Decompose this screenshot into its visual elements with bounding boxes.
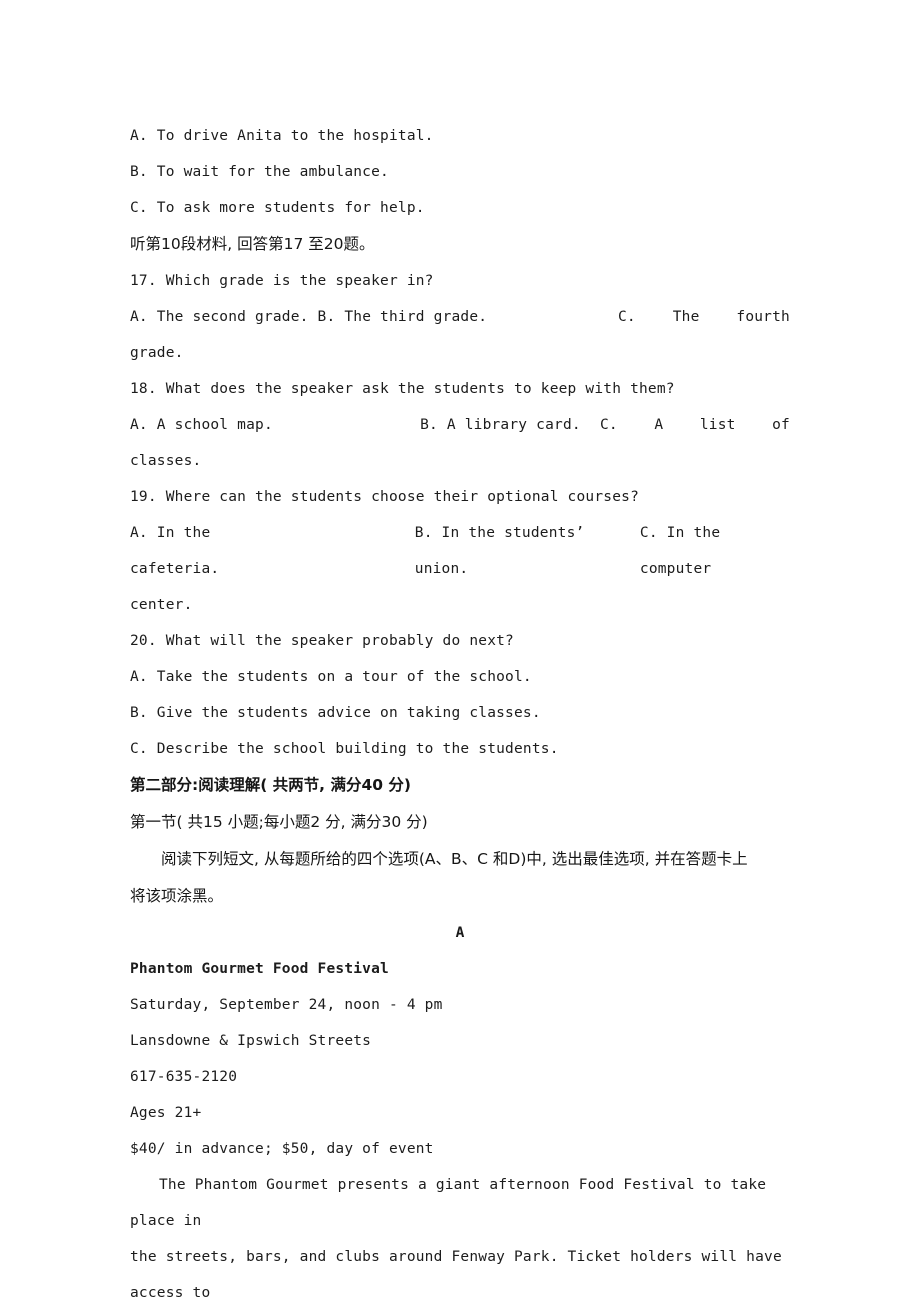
- question-stem-20: 20. What will the speaker probably do ne…: [130, 633, 514, 649]
- passage-detail-address: Lansdowne & Ipswich Streets: [130, 1033, 372, 1049]
- option-17-ab: A. The second grade. B. The third grade.: [130, 309, 488, 325]
- passage-detail-ages: Ages 21+: [130, 1105, 202, 1121]
- text-column: A. To drive Anita to the hospital. B. To…: [130, 118, 790, 1311]
- passage-body-line2: the streets, bars, and clubs around Fenw…: [130, 1249, 791, 1301]
- option-line: A. Take the students on a tour of the sc…: [130, 669, 532, 685]
- option-18-b: B. A library card.: [420, 417, 581, 433]
- option-19-c-wrap: center.: [130, 597, 193, 613]
- option-19-c: C. In the computer: [639, 525, 730, 577]
- option-18-c: C. A list of: [599, 417, 790, 433]
- option-line: A. To drive Anita to the hospital.: [130, 128, 434, 144]
- option-19-b: B. In the students’ union.: [414, 525, 603, 577]
- question-stem-17: 17. Which grade is the speaker in?: [130, 273, 434, 289]
- reading-part-heading: 第二部分:阅读理解( 共两节, 满分40 分): [130, 776, 412, 794]
- option-17-c-wrap: grade.: [130, 345, 184, 361]
- option-19-a: A. In the cafeteria.: [130, 525, 220, 577]
- option-18-c-wrap: classes.: [130, 453, 202, 469]
- option-line: B. To wait for the ambulance.: [130, 164, 389, 180]
- option-line: C. To ask more students for help.: [130, 200, 425, 216]
- question-stem-18: 18. What does the speaker ask the studen…: [130, 381, 675, 397]
- listening-material-instruction: 听第10段材料, 回答第17 至20题。: [130, 235, 375, 253]
- passage-detail-date: Saturday, September 24, noon - 4 pm: [130, 997, 443, 1013]
- passage-detail-phone: 617-635-2120: [130, 1069, 238, 1085]
- question-stem-19: 19. Where can the students choose their …: [130, 489, 639, 505]
- reading-instruction-line2: 将该项涂黑。: [130, 887, 224, 905]
- option-18-a: A. A school map.: [130, 417, 273, 433]
- option-row-17: A. The second grade. B. The third grade.…: [130, 299, 790, 335]
- reading-instruction-line1: 阅读下列短文, 从每题所给的四个选项(A、B、C 和D)中, 选出最佳选项, 并…: [161, 850, 748, 868]
- reading-section-heading: 第一节( 共15 小题;每小题2 分, 满分30 分): [130, 813, 428, 831]
- option-row-18: A. A school map. B. A library card. C. A…: [130, 407, 790, 443]
- option-line: B. Give the students advice on taking cl…: [130, 705, 541, 721]
- passage-detail-price: $40/ in advance; $50, day of event: [130, 1141, 434, 1157]
- option-17-c: C. The fourth: [618, 309, 790, 325]
- passage-body-line1: The Phantom Gourmet presents a giant aft…: [130, 1177, 776, 1229]
- option-line: C. Describe the school building to the s…: [130, 741, 559, 757]
- passage-mark-a: A: [455, 925, 465, 941]
- option-row-19: A. In the cafeteria. B. In the students’…: [130, 515, 790, 587]
- passage-title: Phantom Gourmet Food Festival: [130, 961, 389, 977]
- exam-page: A. To drive Anita to the hospital. B. To…: [0, 0, 920, 1302]
